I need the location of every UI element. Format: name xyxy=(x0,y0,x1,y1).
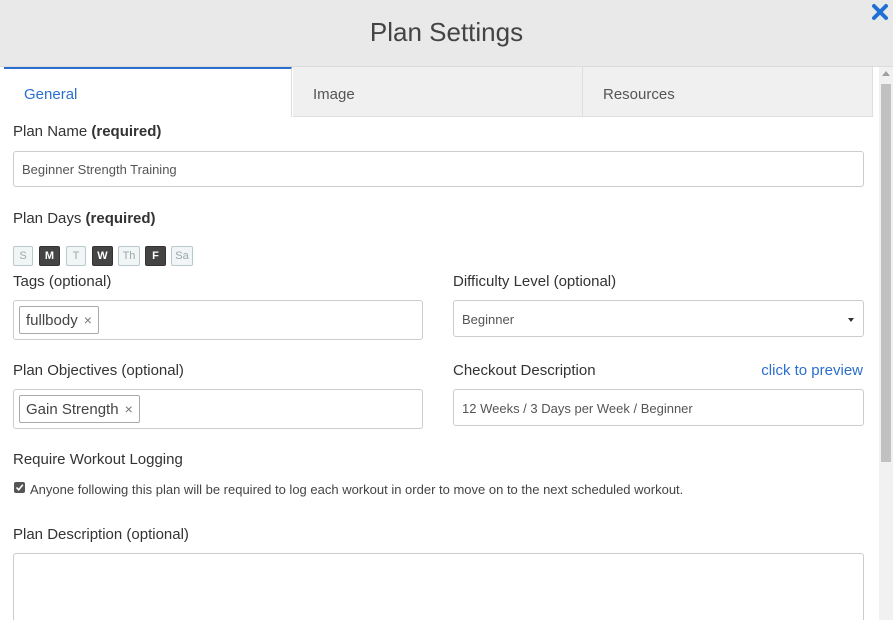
scroll-up-arrow-icon[interactable] xyxy=(882,71,890,76)
scroll-thumb[interactable] xyxy=(881,84,891,462)
modal-title: Plan Settings xyxy=(369,17,524,47)
plan-name-label: Plan Name (required) xyxy=(13,123,161,140)
checkout-input[interactable]: 12 Weeks / 3 Days per Week / Beginner xyxy=(453,389,864,426)
chip-remove-icon[interactable]: × xyxy=(84,312,92,328)
plan-days-label: Plan Days (required) xyxy=(13,210,156,227)
objective-chip-label: Gain Strength xyxy=(26,401,119,418)
day-toggle-thursday[interactable]: Th xyxy=(118,246,140,266)
objectives-input[interactable]: Gain Strength × xyxy=(13,389,423,429)
scrollbar[interactable] xyxy=(879,67,893,620)
day-toggle-wednesday[interactable]: W xyxy=(92,246,113,266)
description-textarea[interactable] xyxy=(13,553,864,620)
tag-chip-label: fullbody xyxy=(26,312,78,329)
description-label: Plan Description (optional) xyxy=(13,526,189,543)
tags-input[interactable]: fullbody × xyxy=(13,300,423,340)
tag-chip: fullbody × xyxy=(19,306,99,334)
plan-name-label-text: Plan Name xyxy=(13,123,88,140)
logging-description: Anyone following this plan will be requi… xyxy=(30,482,684,497)
plan-name-required: (required) xyxy=(91,123,162,140)
objectives-label: Plan Objectives (optional) xyxy=(13,362,184,379)
tab-resources-label: Resources xyxy=(603,86,675,103)
caret-down-icon xyxy=(848,318,854,322)
difficulty-value: Beginner xyxy=(462,312,515,327)
checkout-label: Checkout Description xyxy=(453,362,596,379)
difficulty-select[interactable]: Beginner xyxy=(453,300,864,337)
difficulty-label: Difficulty Level (optional) xyxy=(453,273,617,290)
preview-link[interactable]: click to preview xyxy=(761,362,863,379)
modal-header: Plan Settings xyxy=(0,0,893,67)
tab-general[interactable]: General xyxy=(4,67,292,117)
checkout-value: 12 Weeks / 3 Days per Week / Beginner xyxy=(462,401,693,416)
day-toggle-saturday[interactable]: Sa xyxy=(171,246,193,266)
logging-label: Require Workout Logging xyxy=(13,451,183,468)
close-icon[interactable] xyxy=(870,2,890,22)
tab-image-label: Image xyxy=(313,86,355,103)
plan-days-required: (required) xyxy=(85,210,156,227)
check-icon xyxy=(15,484,24,492)
chip-remove-icon[interactable]: × xyxy=(125,401,133,417)
tab-general-label: General xyxy=(24,86,78,103)
plan-name-value: Beginner Strength Training xyxy=(22,162,177,177)
tab-resources[interactable]: Resources xyxy=(583,67,873,117)
logging-checkbox[interactable] xyxy=(14,482,25,493)
tags-label: Tags (optional) xyxy=(13,273,112,290)
day-toggle-monday[interactable]: M xyxy=(39,246,60,266)
plan-name-input[interactable]: Beginner Strength Training xyxy=(13,151,864,187)
day-toggle-friday[interactable]: F xyxy=(145,246,166,266)
plan-days-label-text: Plan Days xyxy=(13,210,82,227)
tab-image[interactable]: Image xyxy=(293,67,583,117)
objective-chip: Gain Strength × xyxy=(19,395,140,423)
tab-bar: General Image Resources xyxy=(4,67,873,117)
day-toggle-sunday[interactable]: S xyxy=(13,246,33,266)
day-toggle-tuesday[interactable]: T xyxy=(66,246,86,266)
